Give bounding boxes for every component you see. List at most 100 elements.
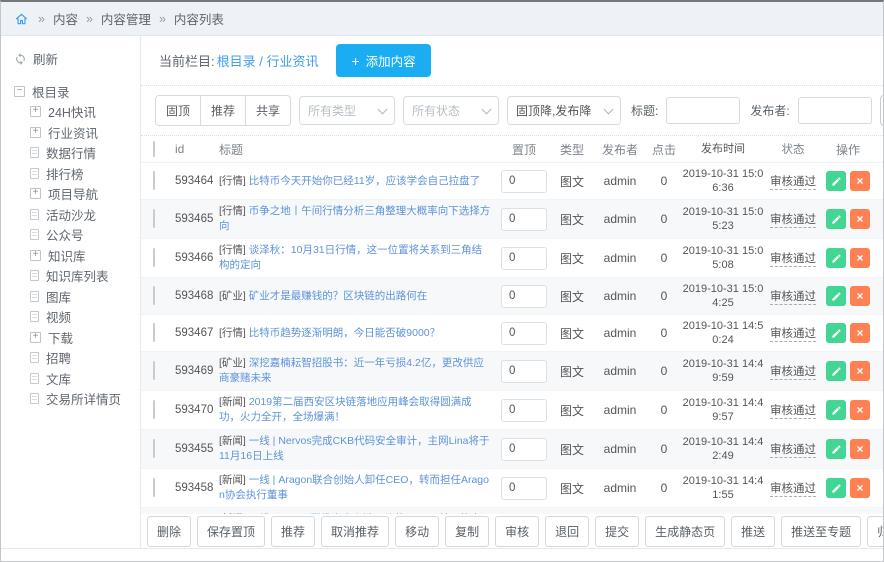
bulk-action-button[interactable]: 生成静态页 [645,516,725,547]
current-column-path[interactable]: 根目录 / 行业资讯 [217,51,319,70]
plus-box-icon[interactable]: + [30,332,41,343]
bulk-action-button[interactable]: 提交 [595,516,639,547]
bulk-action-button[interactable]: 归档 [867,516,884,547]
bulk-action-button[interactable]: 复制 [445,516,489,547]
sidebar-item[interactable]: 数据行情 [14,143,140,164]
delete-button[interactable]: × [850,171,870,191]
row-checkbox[interactable] [153,439,155,458]
type-select[interactable]: 所有类型 [299,96,395,125]
row-checkbox[interactable] [153,400,155,419]
delete-button[interactable]: × [850,209,870,229]
row-title-link[interactable]: 一线 | Nervos完成CKB代码安全审计，主网Lina将于11月16日上线 [219,435,490,462]
minus-box-icon[interactable]: − [14,86,25,97]
row-checkbox[interactable] [153,248,155,267]
edit-button[interactable] [826,209,846,229]
top-order-input[interactable] [501,399,547,422]
row-title-link[interactable]: 矿业才是最赚钱的？区块链的出路何在 [249,290,428,302]
select-all-checkbox[interactable] [153,141,155,157]
plus-box-icon[interactable]: + [30,188,41,199]
bulk-action-button[interactable]: 保存置顶 [197,516,265,547]
sidebar-item[interactable]: 文库 [14,368,140,389]
row-title-link[interactable]: 深挖嘉楠耘智招股书：近一年亏损4.2亿，更改供应商豪赌未来 [219,357,484,384]
row-checkbox[interactable] [153,478,155,497]
edit-button[interactable] [826,361,846,381]
row-title-link[interactable]: 谈泽秋：10月31日行情，这一位置将关系到三角结构的定向 [219,244,482,271]
sidebar-item[interactable]: +知识库 [14,245,140,266]
row-clicks: 0 [647,481,681,495]
sidebar-item[interactable]: 交易所详情页 [14,389,140,410]
refresh-button[interactable]: 刷新 [14,49,140,68]
delete-button[interactable]: × [850,478,870,498]
edit-button[interactable] [826,323,846,343]
search-button[interactable]: 查询 [880,95,884,126]
top-order-input[interactable] [501,438,547,461]
top-order-input[interactable] [501,285,547,308]
bulk-action-button[interactable]: 推送 [731,516,775,547]
delete-button[interactable]: × [850,286,870,306]
sidebar-item[interactable]: 图库 [14,286,140,307]
sidebar-item[interactable]: 知识库列表 [14,266,140,287]
sort-select[interactable]: 固顶降,发布降 [507,96,621,125]
edit-button[interactable] [826,171,846,191]
sidebar-item[interactable]: −根目录 [14,81,140,102]
publisher-filter-input[interactable] [798,97,872,124]
sidebar-item[interactable]: 招聘 [14,348,140,369]
plus-box-icon[interactable]: + [30,106,41,117]
row-title-link[interactable]: 2019第二届西安区块链落地应用峰会取得圆满成功，火力全开，全场爆满！ [219,396,472,423]
edit-button[interactable] [826,286,846,306]
sidebar-item[interactable]: 公众号 [14,225,140,246]
row-checkbox[interactable] [153,323,155,342]
bulk-action-button[interactable]: 移动 [395,516,439,547]
bulk-action-button[interactable]: 推送至专题 [781,516,861,547]
bulk-action-button[interactable]: 推荐 [271,516,315,547]
home-icon[interactable] [14,12,29,26]
title-filter-input[interactable] [666,97,740,124]
plus-box-icon[interactable]: + [30,127,41,138]
sidebar-item[interactable]: +下载 [14,327,140,348]
row-title-link[interactable]: 币争之地丨午间行情分析三角整理大概率向下选择方向 [219,205,490,232]
delete-button[interactable]: × [850,439,870,459]
top-order-input[interactable] [501,208,547,231]
row-checkbox[interactable] [153,286,155,305]
bulk-action-button[interactable]: 审核 [495,516,539,547]
top-order-input[interactable] [501,170,547,193]
top-order-input[interactable] [501,322,547,345]
row-checkbox[interactable] [153,361,155,380]
edit-button[interactable] [826,248,846,268]
filter-button[interactable]: 推荐 [200,95,246,126]
bulk-action-button[interactable]: 退回 [545,516,589,547]
filter-button[interactable]: 固顶 [155,95,201,126]
top-order-input[interactable] [501,247,547,270]
row-checkbox[interactable] [153,209,155,228]
sidebar-item[interactable]: 视频 [14,307,140,328]
sidebar-item[interactable]: +行业资讯 [14,122,140,143]
row-checkbox[interactable] [153,171,155,190]
delete-button[interactable]: × [850,361,870,381]
top-order-input[interactable] [501,360,547,383]
sidebar-item[interactable]: 活动沙龙 [14,204,140,225]
sidebar-item[interactable]: +项目导航 [14,184,140,205]
sidebar-item[interactable]: +24H快讯 [14,102,140,123]
delete-button[interactable]: × [850,248,870,268]
filter-button[interactable]: 共享 [245,95,291,126]
status-select[interactable]: 所有状态 [403,96,499,125]
edit-button[interactable] [826,400,846,420]
row-category: [新闻] [219,396,249,408]
row-title-link[interactable]: 一线 | Aragon联合创始人卸任CEO，转而担任Aragon协会执行董事 [219,474,489,501]
row-title-link[interactable]: 比特币今天开始你已经11岁，应该学会自己拉盘了 [249,175,480,187]
breadcrumb-item[interactable]: 内容列表 [174,9,224,28]
bulk-action-button[interactable]: 删除 [147,516,191,547]
add-content-button[interactable]: + 添加内容 [336,44,430,77]
row-title-link[interactable]: 比特币趋势逐渐明朗，今日能否破9000？ [249,327,440,339]
row-status: 审核通过 [770,366,816,380]
delete-button[interactable]: × [850,400,870,420]
edit-button[interactable] [826,478,846,498]
edit-button[interactable] [826,439,846,459]
bulk-action-button[interactable]: 取消推荐 [321,516,389,547]
sidebar-item[interactable]: 排行榜 [14,163,140,184]
delete-button[interactable]: × [850,323,870,343]
top-order-input[interactable] [501,477,547,500]
breadcrumb-item[interactable]: 内容管理 [101,9,151,28]
breadcrumb-item[interactable]: 内容 [53,9,78,28]
plus-box-icon[interactable]: + [30,250,41,261]
